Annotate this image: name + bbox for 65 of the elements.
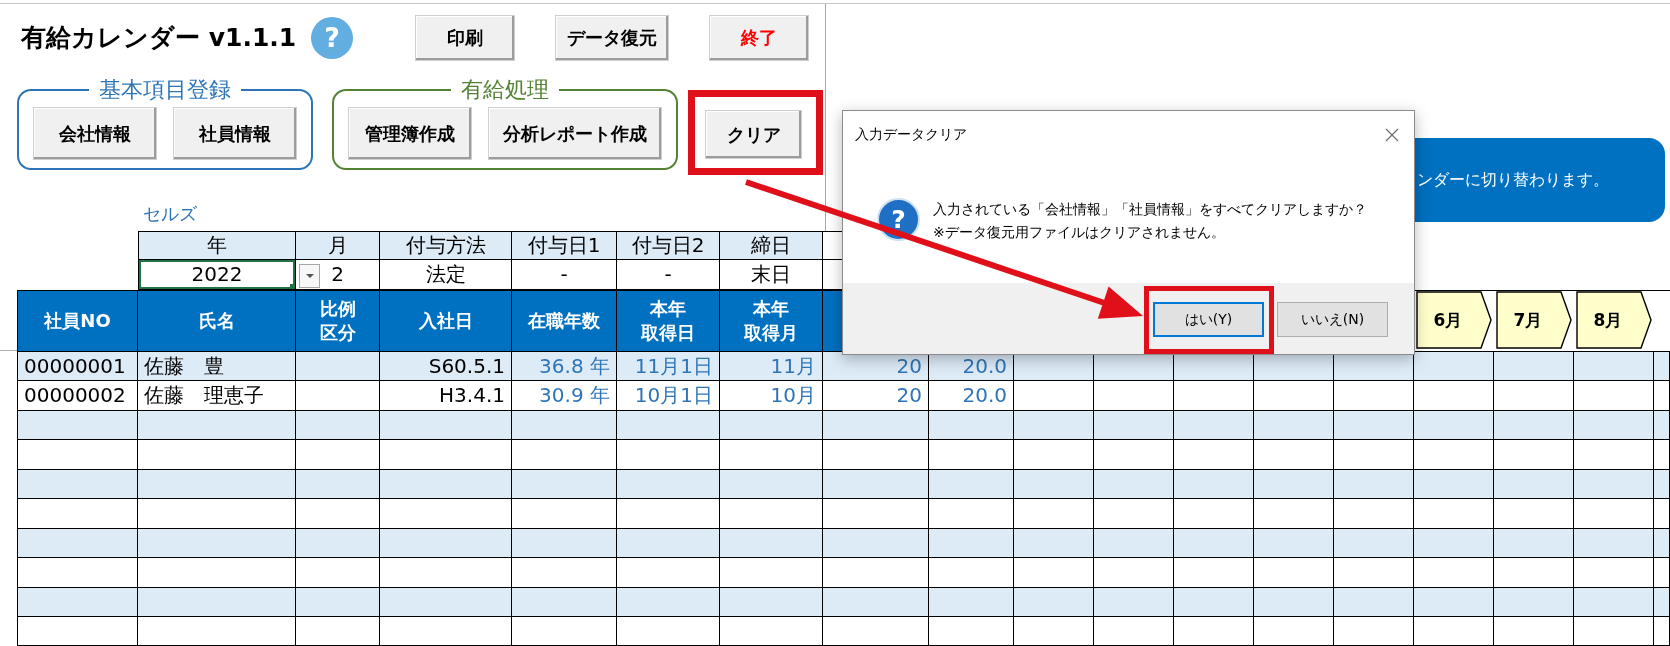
dialog-button[interactable]: いいえ(N) <box>1277 302 1388 337</box>
table-cell: 11月1日 <box>617 352 720 381</box>
table-header-cell: 付与日1 <box>512 231 617 260</box>
table-cell: 30.9 年 <box>512 381 617 411</box>
column-header: 入社日 <box>380 291 512 352</box>
column-header: 本年取得日 <box>617 291 720 352</box>
table-header-cell: 付与日2 <box>617 231 720 260</box>
column-header: 在職年数 <box>512 291 617 352</box>
table-cell <box>1654 411 1670 440</box>
table-cell: - <box>512 260 617 290</box>
action-button[interactable]: 会社情報 <box>33 107 157 160</box>
table-header-cell: 締日 <box>720 231 823 260</box>
dropdown-button[interactable] <box>299 264 320 288</box>
caret-icon <box>305 274 314 278</box>
table-cell <box>1654 617 1670 646</box>
table-cell: 11月 <box>720 352 823 381</box>
action-button[interactable]: データ復元 <box>555 15 669 61</box>
table-cell: 20.0 <box>929 381 1014 411</box>
info-callout: ンダーに切り替わります。 <box>1414 138 1665 222</box>
table-header-cell: 月 <box>296 231 380 260</box>
sheet-label: セルズ <box>143 203 197 225</box>
table-header-cell: 付与方法 <box>380 231 512 260</box>
table-cell: 00000001 <box>18 352 138 381</box>
table-cell <box>1654 381 1670 411</box>
table-cell <box>1654 440 1670 470</box>
dialog-message: ※データ復元用ファイルはクリアされません。 <box>933 223 1226 242</box>
dialog-title: 入力データクリア <box>855 126 967 144</box>
table-cell: 10月 <box>720 381 823 411</box>
month-tab[interactable]: 8月 <box>1576 291 1652 349</box>
table-header-cell: 年 <box>138 231 296 260</box>
action-button[interactable]: 分析レポート作成 <box>488 107 662 160</box>
table-cell: - <box>617 260 720 290</box>
column-header: 社員NO <box>18 291 138 352</box>
table-cell: 佐藤 理恵子 <box>138 381 296 411</box>
table-cell: S60.5.1 <box>380 352 512 381</box>
table-cell: 末日 <box>720 260 823 290</box>
table-cell: H3.4.1 <box>380 381 512 411</box>
table-cell: 2022 <box>138 260 296 290</box>
table-cell: 佐藤 豊 <box>138 352 296 381</box>
table-cell: 10月1日 <box>617 381 720 411</box>
column-header: 氏名 <box>138 291 296 352</box>
table-cell <box>1654 470 1670 499</box>
table-cell <box>1654 588 1670 617</box>
action-button[interactable]: 社員情報 <box>173 107 297 160</box>
close-icon[interactable] <box>1385 128 1399 142</box>
group-title: 有給処理 <box>460 78 550 102</box>
table-cell: 20 <box>823 381 929 411</box>
action-button[interactable]: 管理簿作成 <box>348 107 472 160</box>
table-cell <box>1654 499 1670 529</box>
exit-button[interactable]: 終了 <box>709 15 809 61</box>
table-cell: 36.8 年 <box>512 352 617 381</box>
table-cell: 法定 <box>380 260 512 290</box>
dialog-button[interactable]: はい(Y) <box>1153 302 1264 337</box>
app-title: 有給カレンダー v1.1.1 <box>21 22 298 54</box>
column-header: 本年取得月 <box>720 291 823 352</box>
month-tab[interactable]: 7月 <box>1496 291 1572 349</box>
table-cell: 00000002 <box>18 381 138 411</box>
table-cell <box>1654 529 1670 558</box>
clear-button[interactable]: クリア <box>705 110 802 159</box>
column-header: 比例区分 <box>296 291 380 352</box>
table-cell <box>1654 558 1670 588</box>
month-tab[interactable]: 6月 <box>1416 291 1492 349</box>
group-title: 基本項目登録 <box>98 78 232 102</box>
action-button[interactable]: 印刷 <box>415 15 515 61</box>
dialog-message: 入力されている「会社情報」「社員情報」をすべてクリアしますか？ <box>933 200 1367 219</box>
